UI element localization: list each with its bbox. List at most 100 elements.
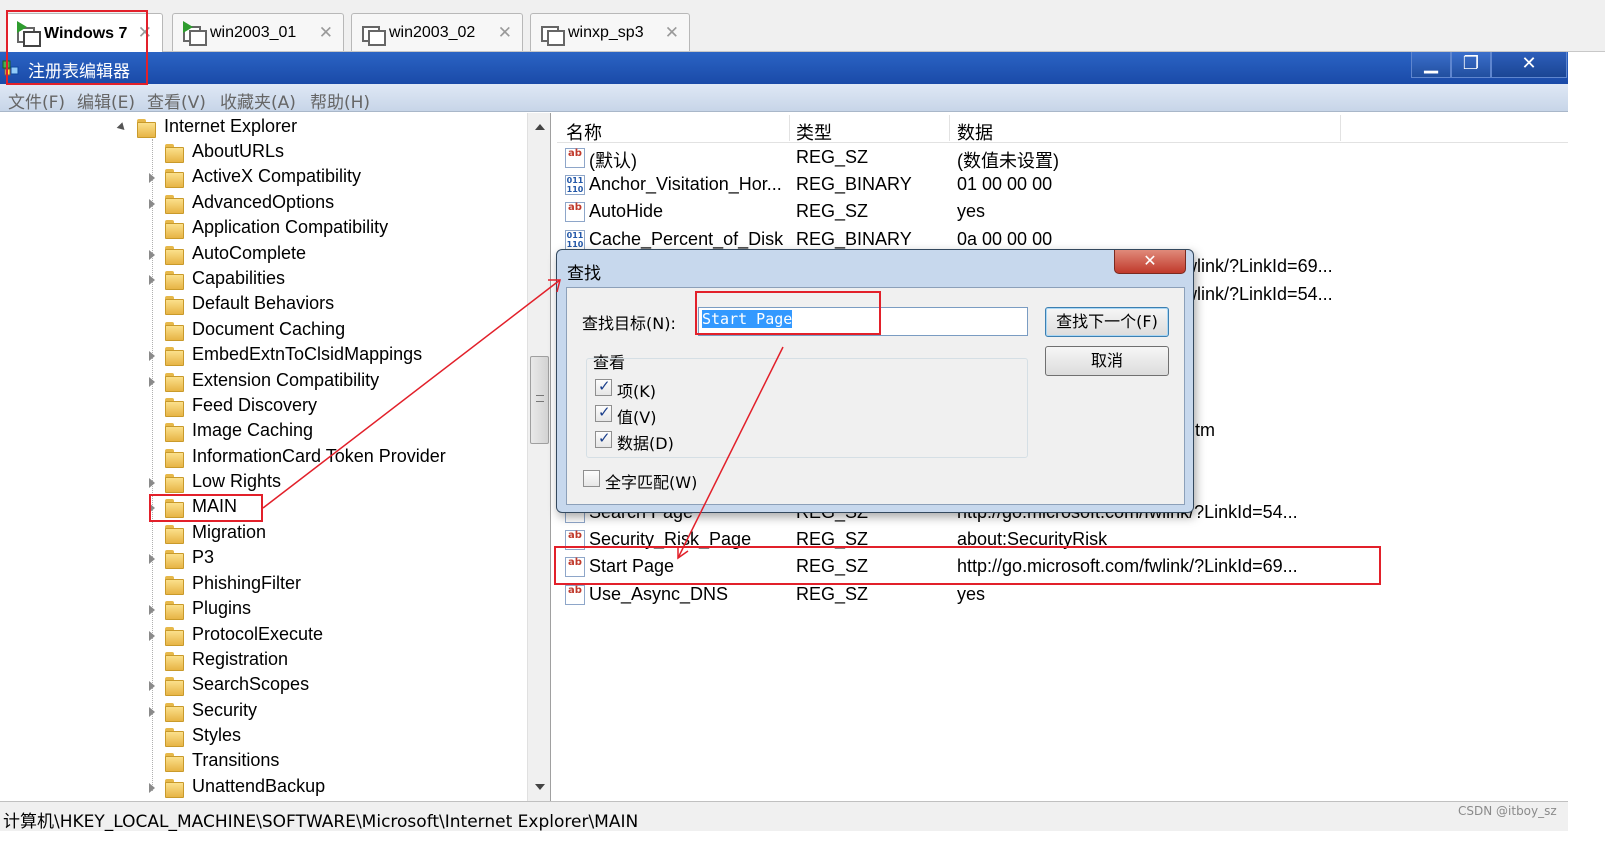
value-name: AutoHide xyxy=(589,201,664,221)
tree-item-label: Default Behaviors xyxy=(192,293,335,313)
tree-item-label: Feed Discovery xyxy=(192,395,318,415)
folder-icon xyxy=(165,271,184,290)
close-icon[interactable]: ✕ xyxy=(498,23,512,43)
folder-icon xyxy=(165,347,184,366)
column-data-header[interactable]: 数据 xyxy=(957,119,993,145)
expand-icon[interactable] xyxy=(149,707,155,717)
expand-icon[interactable] xyxy=(149,631,155,641)
scroll-down-icon[interactable] xyxy=(535,784,545,790)
column-name-header[interactable]: 名称 xyxy=(566,119,602,145)
cancel-button[interactable]: 取消 xyxy=(1045,346,1169,376)
tree-item-label: Low Rights xyxy=(192,471,282,491)
value-row[interactable]: ab AutoHide REG_SZ yes xyxy=(557,199,1337,226)
folder-open-icon xyxy=(137,119,156,138)
value-data: 01 00 00 00 xyxy=(957,174,1053,194)
expand-icon[interactable] xyxy=(149,783,155,793)
annotation-box-main-key xyxy=(149,494,263,522)
watermark: CSDN @itboy_sz xyxy=(1458,804,1557,818)
checkbox-keys-label[interactable]: 项(K) xyxy=(617,378,656,402)
expand-icon[interactable] xyxy=(149,250,155,260)
folder-icon xyxy=(165,169,184,188)
expand-icon[interactable] xyxy=(149,554,155,564)
tree-item-label: Document Caching xyxy=(192,319,346,339)
expand-icon[interactable] xyxy=(149,681,155,691)
folder-icon xyxy=(165,373,184,392)
checkbox-values[interactable] xyxy=(595,403,612,422)
checkbox-data[interactable] xyxy=(595,429,612,448)
menu-file[interactable]: 文件(F) xyxy=(8,88,65,113)
folder-icon xyxy=(165,652,184,671)
folder-icon xyxy=(165,423,184,442)
tree-item-label: Registration xyxy=(192,649,289,669)
value-type: REG_SZ xyxy=(796,147,869,167)
expand-icon[interactable] xyxy=(149,351,155,361)
expand-icon[interactable] xyxy=(149,605,155,615)
value-row[interactable]: 011 110 Anchor_Visitation_Hor... REG_BINARY… xyxy=(557,172,1337,199)
expand-icon[interactable] xyxy=(149,478,155,488)
tree-item-label: AdvancedOptions xyxy=(192,192,335,212)
tree-item-label: PhishingFilter xyxy=(192,573,302,593)
expand-icon[interactable] xyxy=(149,275,155,285)
scroll-thumb[interactable] xyxy=(530,356,549,444)
checkbox-whole-match-label[interactable]: 全字匹配(W) xyxy=(605,469,697,493)
tree-item-label: Capabilities xyxy=(192,268,286,288)
folder-icon xyxy=(165,246,184,265)
menu-view[interactable]: 查看(V) xyxy=(147,88,206,113)
close-icon[interactable]: ✕ xyxy=(665,23,679,43)
folder-icon xyxy=(165,576,184,595)
folder-icon xyxy=(165,779,184,798)
minimize-button[interactable]: ▁ xyxy=(1411,52,1451,78)
value-row[interactable]: ab (默认) REG_SZ (数值未设置) xyxy=(557,145,1337,172)
folder-icon xyxy=(165,144,184,163)
close-window-button[interactable]: ✕ xyxy=(1491,52,1567,78)
checkbox-whole-match[interactable] xyxy=(583,470,600,487)
tree-item-label: AutoComplete xyxy=(192,243,307,263)
folder-icon xyxy=(165,703,184,722)
value-data: fwlink/?LinkId=69... xyxy=(1179,256,1333,276)
menu-bar: 文件(F) 编辑(E) 查看(V) 收藏夹(A) 帮助(H) xyxy=(0,84,1568,113)
find-next-button[interactable]: 查找下一个(F) xyxy=(1045,307,1169,337)
vm-tab-win2003-01[interactable]: win2003_01 ✕ xyxy=(172,13,344,51)
dialog-close-button[interactable]: ✕ xyxy=(1114,250,1186,274)
window-title-bar[interactable]: 注册表编辑器 ▁ ❐ ✕ xyxy=(0,52,1568,84)
tree-item-label: ActiveX Compatibility xyxy=(192,166,362,186)
expand-icon[interactable] xyxy=(149,173,155,183)
scroll-up-icon[interactable] xyxy=(535,124,545,130)
tree-scrollbar[interactable] xyxy=(527,113,550,801)
folder-icon xyxy=(165,322,184,341)
vm-tab-label: winxp_sp3 xyxy=(568,23,644,41)
vm-icon xyxy=(541,24,565,46)
column-type-header[interactable]: 类型 xyxy=(796,119,832,145)
find-dialog: 查找 ✕ 查找目标(N): Start Page 查找下一个(F) 取消 查看 … xyxy=(556,249,1194,513)
folder-icon xyxy=(165,220,184,239)
checkbox-data-label[interactable]: 数据(D) xyxy=(617,430,674,454)
value-row[interactable]: ab Use_Async_DNS REG_SZ yes xyxy=(557,582,1337,609)
value-name: Cache_Percent_of_Disk xyxy=(589,229,784,249)
vm-tab-winxp-sp3[interactable]: winxp_sp3 ✕ xyxy=(530,13,690,51)
expand-icon[interactable] xyxy=(149,377,155,387)
tree-item-label: Migration xyxy=(192,522,267,542)
string-value-icon: ab xyxy=(565,202,585,222)
restore-button[interactable]: ❐ xyxy=(1451,52,1491,78)
tree-item-label: Application Compatibility xyxy=(192,217,389,237)
collapse-icon[interactable] xyxy=(116,122,128,133)
registry-tree[interactable]: Internet Explorer AboutURLs ActiveX Compa… xyxy=(0,113,551,801)
close-icon[interactable]: ✕ xyxy=(319,23,333,43)
value-data: (数值未设置) xyxy=(957,151,1059,171)
checkbox-values-label[interactable]: 值(V) xyxy=(617,404,656,428)
value-name: Anchor_Visitation_Hor... xyxy=(589,174,782,194)
tree-item-label: Extension Compatibility xyxy=(192,370,380,390)
list-header: 名称 类型 数据 xyxy=(557,113,1568,145)
expand-icon[interactable] xyxy=(149,199,155,209)
value-type: REG_BINARY xyxy=(796,229,912,249)
menu-favorites[interactable]: 收藏夹(A) xyxy=(220,88,296,113)
checkbox-keys[interactable] xyxy=(595,377,612,396)
tree-item-label: ProtocolExecute xyxy=(192,624,324,644)
vm-tab-strip: Windows 7 ✕ win2003_01 ✕ win2003_02 ✕ wi… xyxy=(0,0,1605,53)
value-data: fwlink/?LinkId=54... xyxy=(1179,284,1333,304)
vm-tab-win2003-02[interactable]: win2003_02 ✕ xyxy=(351,13,523,51)
folder-icon xyxy=(165,677,184,696)
menu-edit[interactable]: 编辑(E) xyxy=(77,88,135,113)
value-type: REG_SZ xyxy=(796,201,869,221)
menu-help[interactable]: 帮助(H) xyxy=(310,88,370,113)
